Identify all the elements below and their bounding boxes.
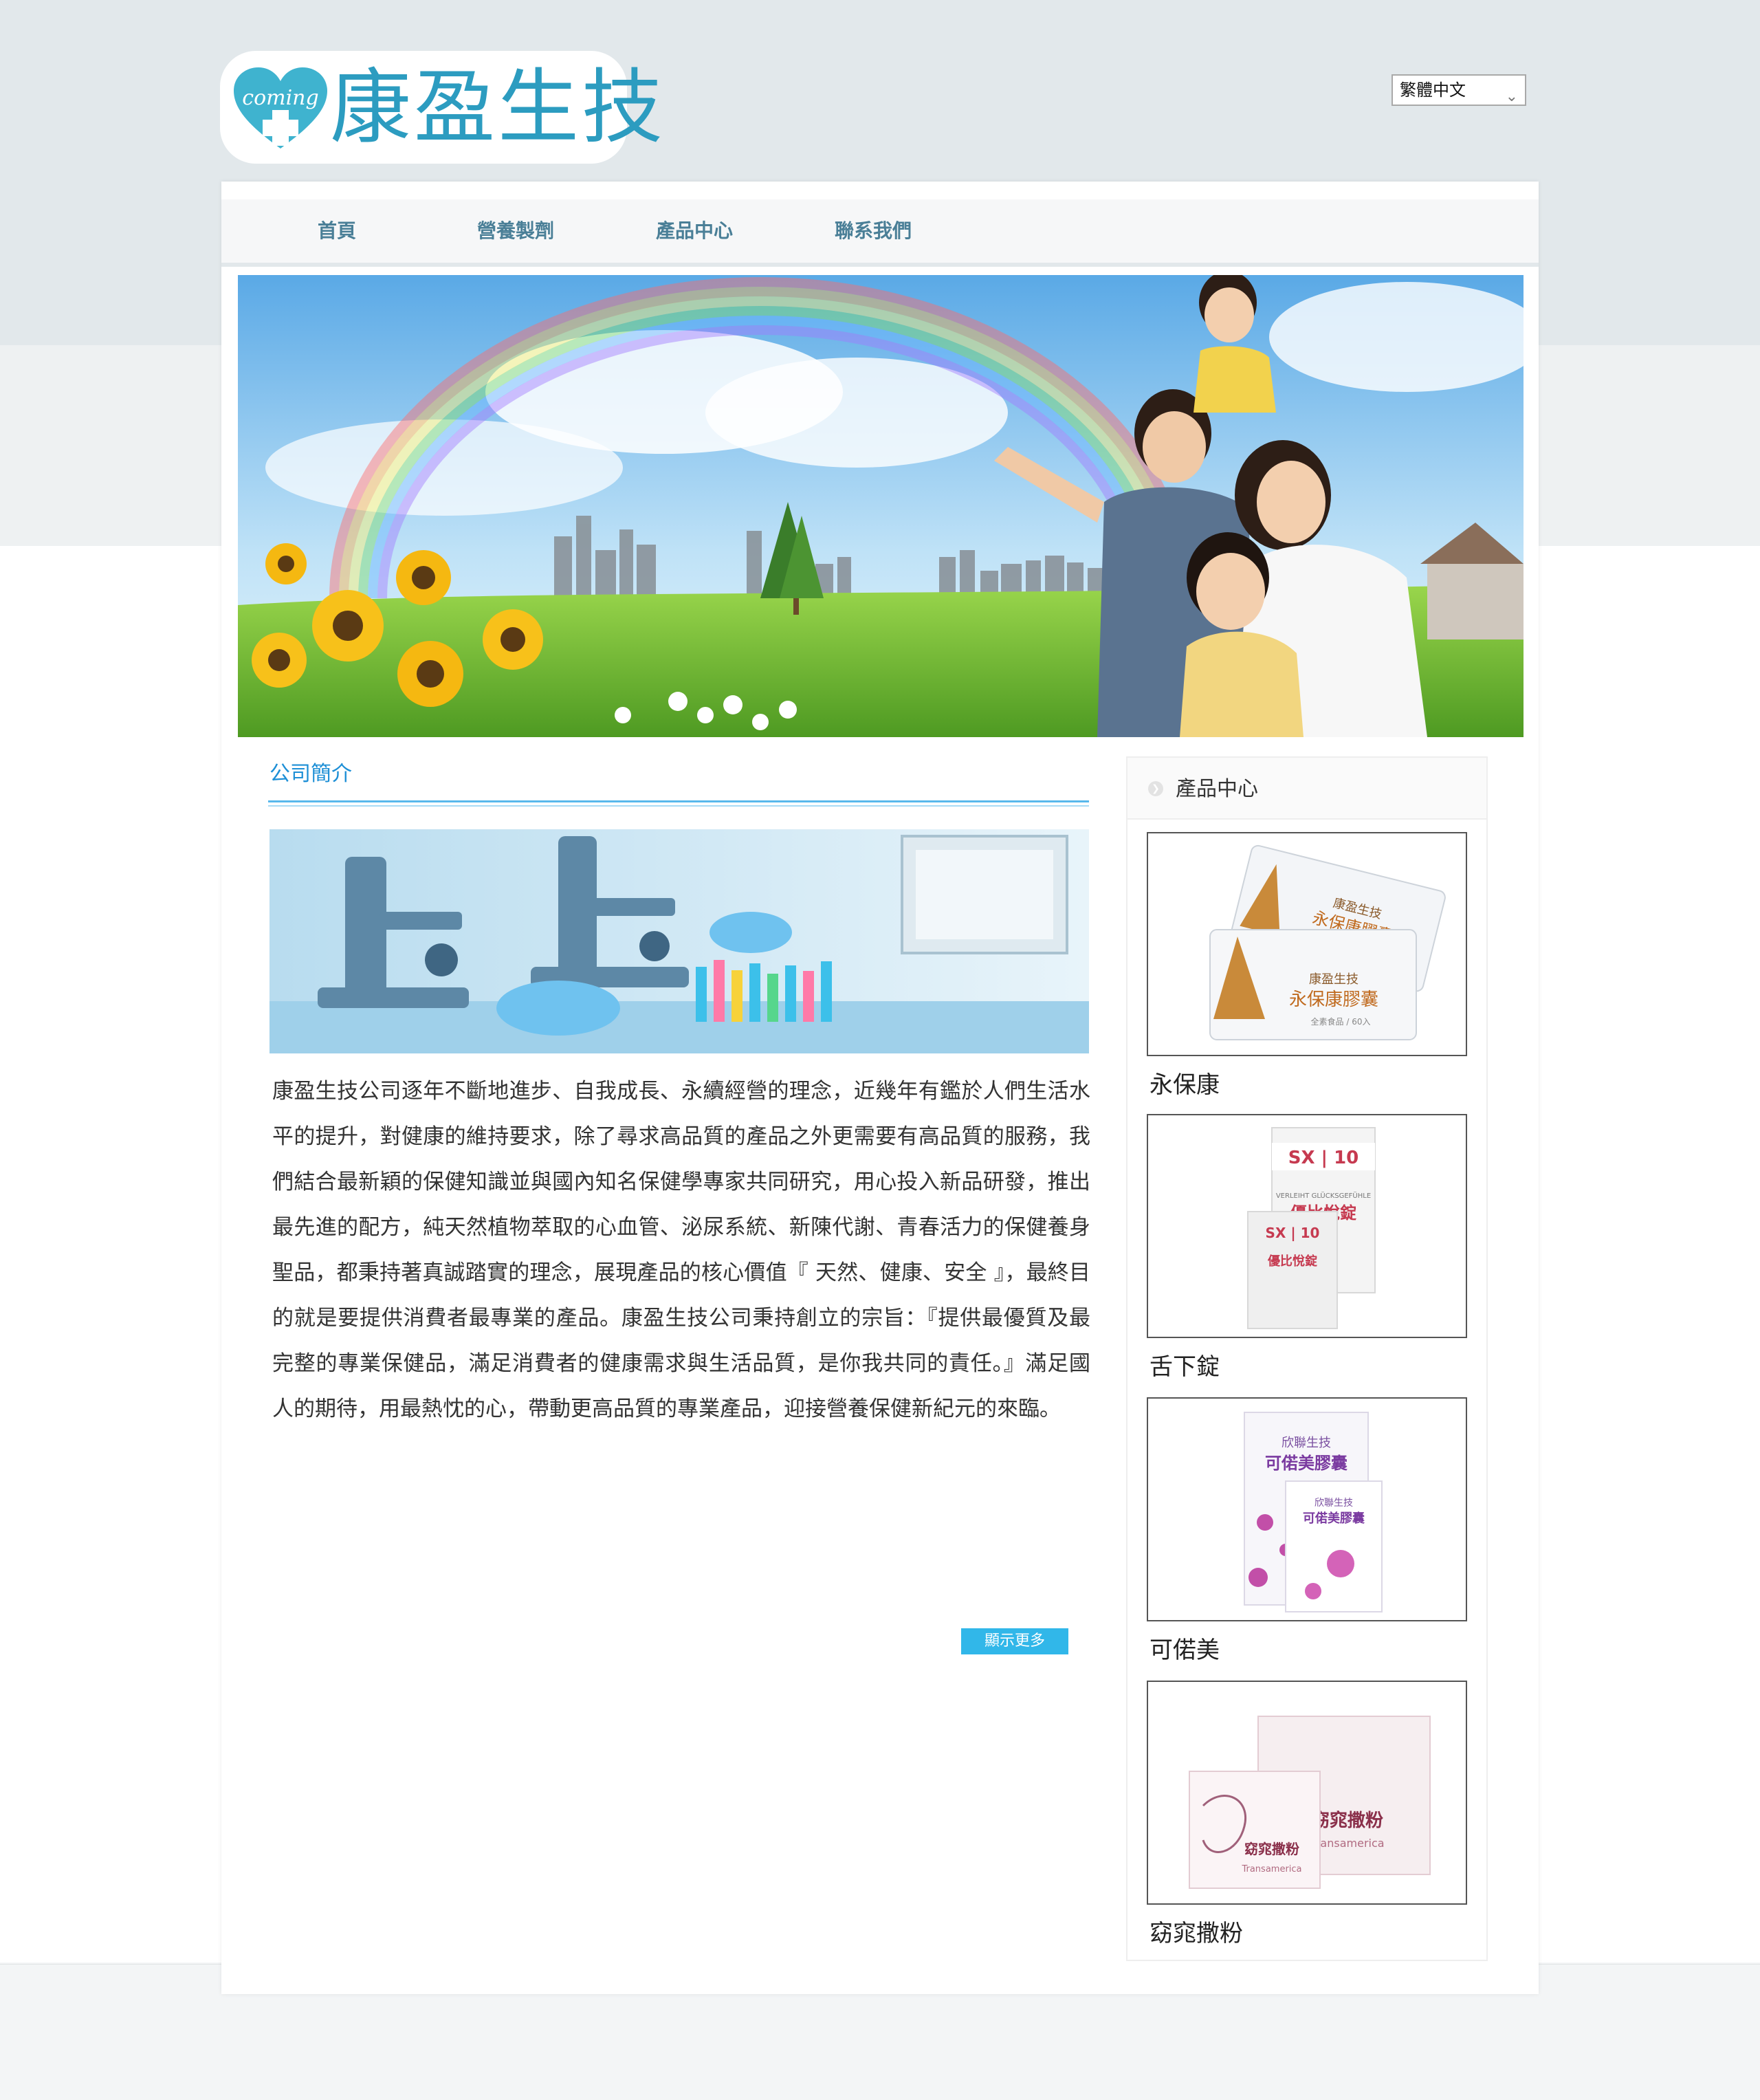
chevron-down-icon: ⌄	[1505, 88, 1518, 105]
svg-text:優比悅錠: 優比悅錠	[1267, 1254, 1317, 1269]
main-card: 首頁 營養製劑 產品中心 聯系我們 公司簡介 康盈生技公司逐年不斷地進步、自我成…	[221, 182, 1539, 1994]
show-more-button[interactable]: 顯示更多	[961, 1628, 1068, 1654]
product-name-yongbaokang[interactable]: 永保康	[1150, 1066, 1220, 1100]
nav-item-nutrition[interactable]: 營養製劑	[477, 199, 554, 263]
product-box-illustration: SX | 10 VERLEIHT GLÜCKSGEFÜHLE 優比悅錠 SX |…	[1247, 1127, 1376, 1329]
svg-text:SX | 10: SX | 10	[1266, 1225, 1320, 1241]
product-name-slim-powder[interactable]: 窈窕撒粉	[1150, 1914, 1243, 1948]
svg-text:欣聯生技: 欣聯生技	[1282, 1436, 1331, 1450]
svg-text:可偌美膠囊: 可偌美膠囊	[1265, 1454, 1348, 1473]
product-name-sublingual[interactable]: 舌下錠	[1150, 1348, 1220, 1381]
product-image-kenuomei[interactable]: 欣聯生技 可偌美膠囊 欣聯生技 可偌美膠囊	[1147, 1397, 1467, 1621]
about-title: 公司簡介	[270, 762, 352, 786]
logo-text: 康盈生技	[330, 60, 666, 155]
about-divider	[268, 800, 1089, 802]
svg-text:欣聯生技: 欣聯生技	[1314, 1498, 1353, 1509]
svg-text:VERLEIHT GLÜCKSGEFÜHLE: VERLEIHT GLÜCKSGEFÜHLE	[1276, 1191, 1371, 1200]
svg-text:可偌美膠囊: 可偌美膠囊	[1303, 1511, 1365, 1526]
site-logo[interactable]: coming 康盈生技	[220, 51, 663, 164]
lab-illustration	[270, 829, 1089, 1053]
svg-text:SX | 10: SX | 10	[1288, 1148, 1359, 1168]
hero-banner	[238, 275, 1524, 737]
circle-arrow-icon: ❯	[1148, 781, 1163, 796]
svg-text:康盈生技: 康盈生技	[1309, 972, 1358, 987]
nav-item-products[interactable]: 產品中心	[656, 199, 733, 263]
product-image-slim-powder[interactable]: 窈窕撒粉 Transamerica 窈窕撒粉 Transamerica	[1147, 1681, 1467, 1905]
product-sidebar-header: ❯ 產品中心	[1128, 758, 1486, 820]
svg-text:全素食品 / 60入: 全素食品 / 60入	[1311, 1016, 1371, 1027]
product-box-illustration: 欣聯生技 可偌美膠囊 欣聯生技 可偌美膠囊	[1244, 1412, 1383, 1612]
product-box-illustration: 窈窕撒粉 Transamerica 窈窕撒粉 Transamerica	[1189, 1716, 1431, 1889]
product-sidebar-title: 產品中心	[1176, 777, 1258, 801]
about-divider-light	[268, 805, 1089, 807]
svg-text:Transamerica: Transamerica	[1310, 1837, 1384, 1850]
logo-badge-text: coming	[242, 86, 318, 110]
svg-text:永保康膠囊: 永保康膠囊	[1289, 989, 1378, 1010]
product-sidebar: ❯ 產品中心 康盈生技 永保康膠囊 康盈生技 永保康膠囊 全素食品 / 60入 …	[1126, 756, 1488, 1961]
product-name-kenuomei[interactable]: 可偌美	[1150, 1631, 1220, 1665]
hero-banner-image	[238, 275, 1524, 737]
heart-cross-icon: coming	[234, 67, 327, 149]
language-value: 繁體中文	[1400, 80, 1466, 100]
svg-text:窈窕撒粉: 窈窕撒粉	[1312, 1810, 1383, 1831]
about-body: 康盈生技公司逐年不斷地進步、自我成長、永續經營的理念，近幾年有鑑於人們生活水平的…	[272, 1079, 1090, 1421]
product-image-sublingual[interactable]: SX | 10 VERLEIHT GLÜCKSGEFÜHLE 優比悅錠 SX |…	[1147, 1114, 1467, 1338]
product-image-yongbaokang[interactable]: 康盈生技 永保康膠囊 康盈生技 永保康膠囊 全素食品 / 60入	[1147, 832, 1467, 1056]
nav-top-strip	[221, 182, 1539, 200]
lab-image	[270, 829, 1089, 1053]
product-box-illustration: 康盈生技 永保康膠囊 康盈生技 永保康膠囊 全素食品 / 60入	[1209, 844, 1446, 1040]
svg-text:窈窕撒粉: 窈窕撒粉	[1244, 1841, 1299, 1857]
language-select[interactable]: 繁體中文 ⌄	[1392, 74, 1526, 106]
svg-text:Transamerica: Transamerica	[1241, 1864, 1301, 1874]
nav-item-contact[interactable]: 聯系我們	[835, 199, 912, 263]
nav-item-home[interactable]: 首頁	[318, 199, 356, 263]
